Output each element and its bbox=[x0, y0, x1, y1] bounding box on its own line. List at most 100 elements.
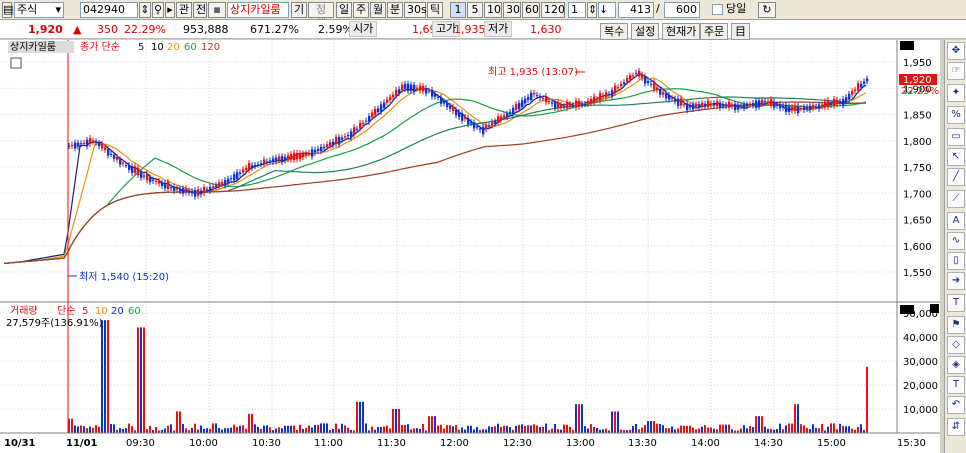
layout-icon[interactable]: 目 bbox=[731, 23, 750, 40]
candle-body bbox=[566, 102, 569, 109]
volume-bar bbox=[818, 428, 820, 433]
volume-bar bbox=[398, 409, 400, 433]
interval-5[interactable]: 5 bbox=[467, 2, 483, 18]
volume-bar bbox=[308, 425, 310, 433]
gwan-button[interactable]: 관 bbox=[176, 2, 192, 18]
interval-120[interactable]: 120 bbox=[541, 2, 565, 18]
erase-all-icon[interactable]: ◈ bbox=[947, 356, 965, 374]
candle-body bbox=[248, 163, 251, 170]
period-day[interactable]: 일 bbox=[336, 2, 352, 18]
order-button[interactable]: 주문 bbox=[700, 23, 729, 40]
candle-body bbox=[335, 137, 338, 145]
pointer-icon[interactable]: ↖ bbox=[947, 148, 965, 166]
vol-ma5-label: 5 bbox=[82, 306, 88, 317]
period-tick[interactable]: 틱 bbox=[427, 2, 443, 18]
volume-bar bbox=[779, 423, 781, 433]
text-icon[interactable]: T bbox=[947, 294, 965, 312]
volume-bar bbox=[545, 423, 547, 433]
multi-button[interactable]: 복수 bbox=[600, 23, 629, 40]
low-label: 저가 bbox=[484, 21, 513, 37]
candle-body bbox=[857, 83, 860, 91]
candle-body bbox=[758, 100, 761, 107]
volume-bar bbox=[197, 429, 199, 433]
candle-body bbox=[866, 78, 869, 82]
jeongche-button[interactable]: 정체 bbox=[308, 2, 334, 30]
candle-body bbox=[446, 102, 449, 108]
candle-icon[interactable]: ▯ bbox=[947, 252, 965, 270]
stock-code-input[interactable]: 042940 bbox=[80, 2, 138, 18]
arrow-icon[interactable]: ➜ bbox=[947, 272, 965, 290]
refresh-icon[interactable]: ↻ bbox=[758, 2, 776, 18]
text-note-icon[interactable]: ▭ bbox=[947, 128, 965, 146]
volume-bar bbox=[800, 424, 802, 433]
candle-body bbox=[599, 93, 602, 101]
candle-body bbox=[560, 104, 563, 108]
volume-bar bbox=[788, 423, 790, 433]
panel-toggle-box[interactable] bbox=[10, 57, 22, 69]
marker-icon[interactable]: ⚑ bbox=[947, 316, 965, 334]
candle-body bbox=[179, 188, 182, 192]
close-icon[interactable] bbox=[930, 304, 939, 313]
count-input[interactable]: 413 bbox=[618, 2, 654, 18]
candle-body bbox=[740, 106, 743, 108]
candle-body bbox=[290, 154, 293, 160]
volume-bar bbox=[236, 426, 238, 433]
volume-bar bbox=[632, 425, 634, 433]
candle-body bbox=[251, 165, 254, 168]
current-price-button[interactable]: 현재가 bbox=[662, 23, 701, 40]
interval-60[interactable]: 60 bbox=[522, 2, 540, 18]
trend-line-icon[interactable]: ⟋ bbox=[947, 190, 965, 208]
volume-bar bbox=[713, 428, 715, 433]
period-30s[interactable]: 30s bbox=[404, 2, 427, 18]
candle-body bbox=[242, 169, 245, 173]
interval-30[interactable]: 30 bbox=[503, 2, 521, 18]
market-select[interactable]: 주식 ▾ bbox=[14, 2, 64, 18]
interval-10[interactable]: 10 bbox=[484, 2, 502, 18]
volume-bar bbox=[110, 423, 112, 433]
count-max-input[interactable]: 600 bbox=[664, 2, 700, 18]
scroll-icon[interactable]: ⇵ bbox=[947, 418, 965, 436]
candle-body bbox=[611, 90, 614, 97]
auto-line-icon[interactable]: A bbox=[947, 212, 965, 230]
interval-input[interactable]: 1 bbox=[568, 2, 586, 18]
candle-body bbox=[620, 83, 623, 87]
lamp-icon[interactable]: ✦ bbox=[947, 84, 965, 102]
period-week[interactable]: 주 bbox=[353, 2, 369, 18]
menu-icon[interactable]: ▤ bbox=[2, 2, 13, 18]
interval-1[interactable]: 1 bbox=[450, 2, 466, 18]
gi-button[interactable]: 기 bbox=[291, 2, 307, 18]
grid-icon[interactable]: ▦ bbox=[208, 2, 226, 18]
volume-panel-menu-icon[interactable] bbox=[900, 305, 914, 314]
panel-menu-icon[interactable] bbox=[900, 41, 914, 50]
wave-icon[interactable]: ∿ bbox=[947, 232, 965, 250]
stepper-icon[interactable]: ⇕ bbox=[587, 2, 597, 18]
candle-body bbox=[245, 167, 248, 171]
undo-icon[interactable]: ↶ bbox=[947, 396, 965, 414]
volume-bar bbox=[389, 428, 391, 433]
line-icon[interactable]: ╱ bbox=[947, 168, 965, 186]
percent-icon[interactable]: % bbox=[947, 106, 965, 124]
candle-body bbox=[131, 166, 134, 173]
volume-bar bbox=[719, 424, 721, 433]
candle-body bbox=[188, 190, 191, 193]
chart-canvas[interactable]: 1,5501,6001,6501,7001,7501,8001,8501,900… bbox=[0, 40, 940, 453]
volume-bar bbox=[341, 423, 343, 433]
hand-icon[interactable]: ☞ bbox=[947, 62, 965, 80]
jeon-button[interactable]: 전 bbox=[193, 2, 207, 18]
candle-body bbox=[578, 100, 581, 107]
period-month[interactable]: 월 bbox=[370, 2, 386, 18]
settings-button[interactable]: 설정 bbox=[631, 23, 660, 40]
eraser-icon[interactable]: ◇ bbox=[947, 336, 965, 354]
arrow-down-icon[interactable]: ↓ bbox=[598, 2, 616, 18]
play-icon[interactable]: ▸ bbox=[165, 2, 175, 18]
candle-body bbox=[86, 139, 89, 147]
search-icon[interactable]: ⚲ bbox=[152, 2, 164, 18]
candle-body bbox=[539, 96, 542, 98]
today-checkbox[interactable] bbox=[712, 4, 723, 15]
cursor-icon[interactable]: ✥ bbox=[947, 42, 965, 60]
candle-body bbox=[437, 97, 440, 99]
volume-bar bbox=[113, 424, 115, 433]
period-minute[interactable]: 분 bbox=[387, 2, 403, 18]
text-box-icon[interactable]: T bbox=[947, 376, 965, 394]
spin-icon[interactable]: ⇕ bbox=[139, 2, 151, 18]
